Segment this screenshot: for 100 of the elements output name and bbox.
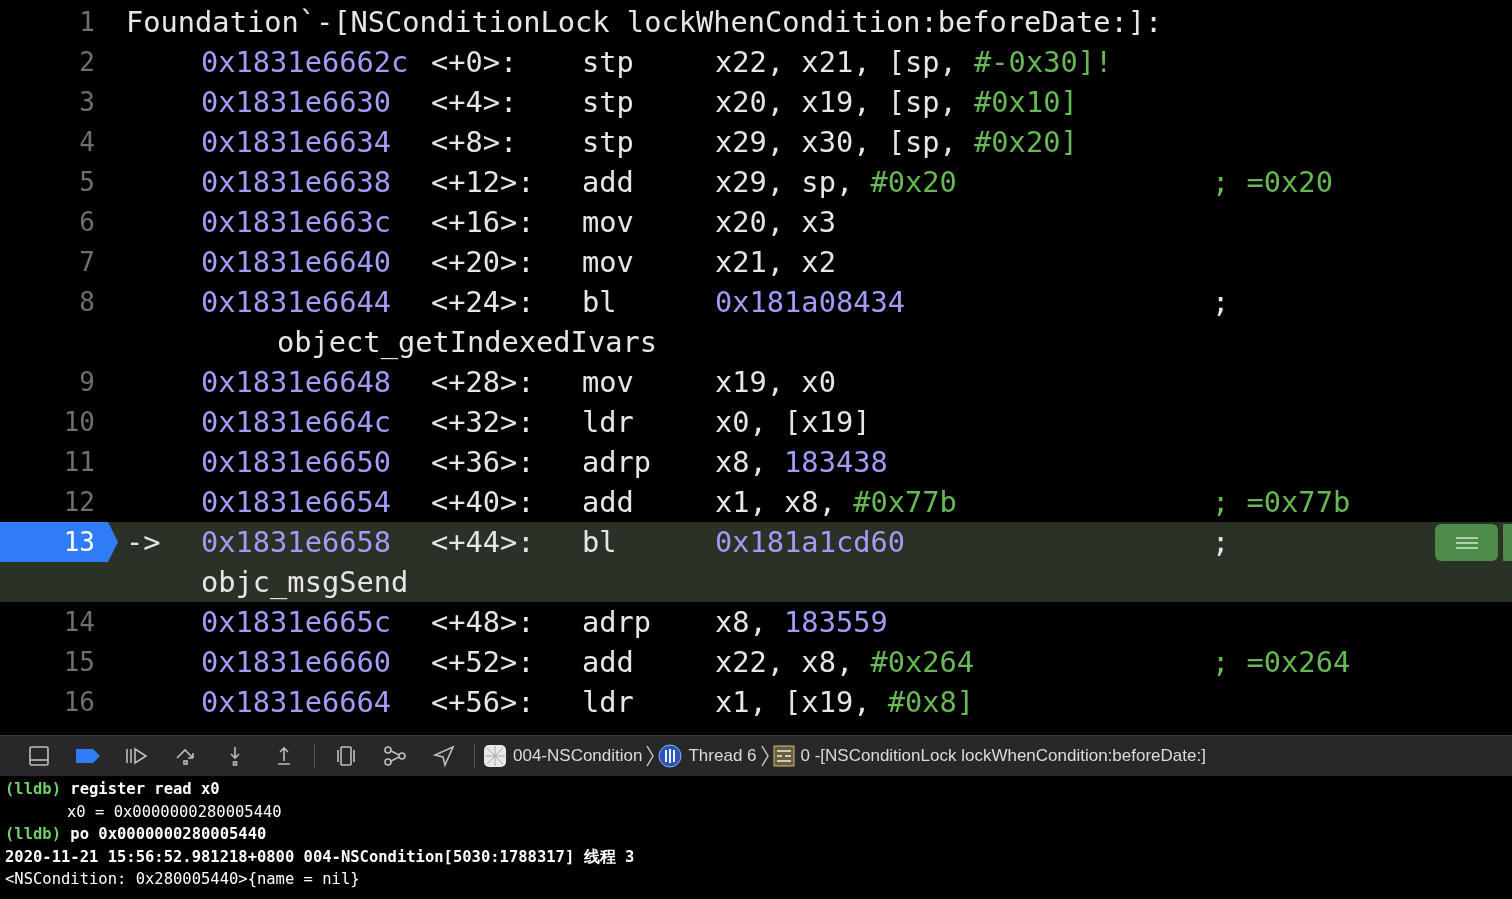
instruction-address: 0x1831e664c — [201, 405, 392, 439]
comment: ; =0x264 — [1212, 645, 1351, 679]
instruction-offset: <+24>: — [431, 285, 536, 319]
line-number: 1 — [79, 7, 95, 37]
chevron-icon — [644, 744, 657, 768]
operand: #0x10] — [974, 85, 1078, 119]
line-number: 14 — [63, 607, 95, 637]
operand: x20, x3 — [715, 205, 836, 239]
operand: x21, x2 — [715, 245, 836, 279]
instruction-offset: <+48>: — [431, 605, 536, 639]
function-label: Foundation`-[NSConditionLock lockWhenCondition:beforeDate:]: — [125, 5, 1163, 39]
operand: x22, x21, [sp, — [715, 45, 958, 79]
app-icon — [483, 744, 507, 768]
graph-icon — [381, 744, 408, 768]
chevron-icon — [758, 744, 771, 768]
console-line: 2020-11-21 15:56:52.981218+0800 004-NSCondition[5030:1788317] 线程 3 — [5, 846, 636, 868]
annotation-strip — [1503, 524, 1512, 561]
operand: x1, x8, — [715, 485, 837, 519]
instruction-offset: <+40>: — [431, 485, 536, 519]
line-number: 7 — [79, 247, 95, 277]
operand: 183559 — [784, 605, 888, 639]
operand: #0x264 — [870, 645, 975, 679]
mnemonic: add — [582, 645, 635, 679]
line-number: 4 — [79, 127, 95, 157]
instruction-offset: <+44>: — [431, 525, 536, 559]
line-number: 10 — [63, 407, 95, 437]
operand: x8, — [715, 445, 768, 479]
line-number: 5 — [79, 167, 95, 197]
instruction-offset: <+16>: — [431, 205, 536, 239]
instruction-address: 0x1831e6664 — [201, 685, 392, 719]
instruction-offset: <+56>: — [431, 685, 536, 719]
comment: ; =0x77b — [1212, 485, 1351, 519]
mnemonic: mov — [582, 205, 635, 239]
mnemonic: add — [582, 485, 635, 519]
line-number: 13 — [63, 527, 95, 557]
instruction-address: 0x1831e6648 — [201, 365, 392, 399]
symbol-name: object_getIndexedIvars — [276, 325, 657, 359]
instruction-offset: <+20>: — [431, 245, 536, 279]
instruction-address: 0x1831e6660 — [201, 645, 392, 679]
line-number: 12 — [63, 487, 95, 517]
mnemonic: ldr — [582, 685, 635, 719]
operand: #0x77b — [853, 485, 957, 519]
stack-frame-icon — [772, 745, 795, 767]
mnemonic: ldr — [582, 405, 635, 439]
mnemonic: add — [582, 165, 635, 199]
instruction-address: 0x1831e6630 — [201, 85, 392, 119]
instruction-address: 0x1831e6634 — [201, 125, 392, 159]
comment: ; =0x20 — [1212, 165, 1333, 199]
thread-icon — [658, 744, 683, 768]
instruction-offset: <+32>: — [431, 405, 536, 439]
operand: x8, — [715, 605, 768, 639]
operand: x20, x19, [sp, — [715, 85, 958, 119]
instruction-address: 0x1831e6654 — [201, 485, 392, 519]
mnemonic: bl — [582, 285, 618, 319]
mnemonic: stp — [582, 45, 635, 79]
instruction-offset: <+4>: — [431, 85, 519, 119]
operand: x1, [x19, — [715, 685, 872, 719]
mnemonic: bl — [582, 525, 618, 559]
instruction-offset: <+36>: — [431, 445, 536, 479]
mnemonic: adrp — [582, 445, 653, 479]
line-number: 15 — [63, 647, 95, 677]
lldb-prompt: (lldb) — [5, 780, 61, 798]
instruction-address: 0x1831e663c — [201, 205, 392, 239]
mnemonic: stp — [582, 125, 635, 159]
instruction-address: 0x1831e6650 — [201, 445, 392, 479]
console-command: register read x0 — [70, 780, 220, 798]
operand: x29, x30, [sp, — [715, 125, 958, 159]
instruction-address: 0x1831e6658 — [201, 525, 392, 559]
instruction-offset: <+0>: — [431, 45, 519, 79]
menu-icon — [1454, 535, 1479, 550]
line-number: 9 — [79, 367, 95, 397]
breadcrumb[interactable]: 0 -[NSConditionLock lockWhenCondition:beforeDate:] — [770, 745, 1208, 767]
instruction-offset: <+12>: — [431, 165, 536, 199]
operand: x22, x8, — [715, 645, 855, 679]
instruction-address: 0x1831e6644 — [201, 285, 392, 319]
operand: x0, [x19] — [715, 405, 871, 439]
mnemonic: mov — [582, 245, 635, 279]
breadcrumb[interactable]: 004-NSCondition — [481, 744, 645, 768]
mnemonic: stp — [582, 85, 635, 119]
breadcrumb[interactable]: Thread 6 — [656, 744, 759, 768]
line-number: 2 — [79, 47, 95, 77]
instruction-address: 0x1831e6662c — [201, 45, 410, 79]
operand: #0x8] — [887, 685, 975, 719]
symbol-name: objc_msgSend — [200, 565, 409, 599]
instruction-address: 0x1831e665c — [201, 605, 392, 639]
instruction-address: 0x1831e6638 — [201, 165, 392, 199]
operand: 183438 — [784, 445, 888, 479]
menu-button[interactable] — [1435, 524, 1498, 561]
operand: 0x181a1cd60 — [715, 525, 905, 559]
operand: #0x20] — [974, 125, 1078, 159]
breakpoint-icon — [74, 747, 101, 765]
console-command: po 0x0000000280005440 — [70, 825, 267, 843]
operand: #0x20 — [870, 165, 957, 199]
mnemonic: adrp — [582, 605, 653, 639]
comment: ; — [1212, 285, 1230, 319]
line-number: 3 — [79, 87, 95, 117]
mnemonic: mov — [582, 365, 635, 399]
operand: 0x181a08434 — [715, 285, 905, 319]
lldb-prompt: (lldb) — [5, 825, 61, 843]
operand: #-0x30]! — [974, 45, 1113, 79]
